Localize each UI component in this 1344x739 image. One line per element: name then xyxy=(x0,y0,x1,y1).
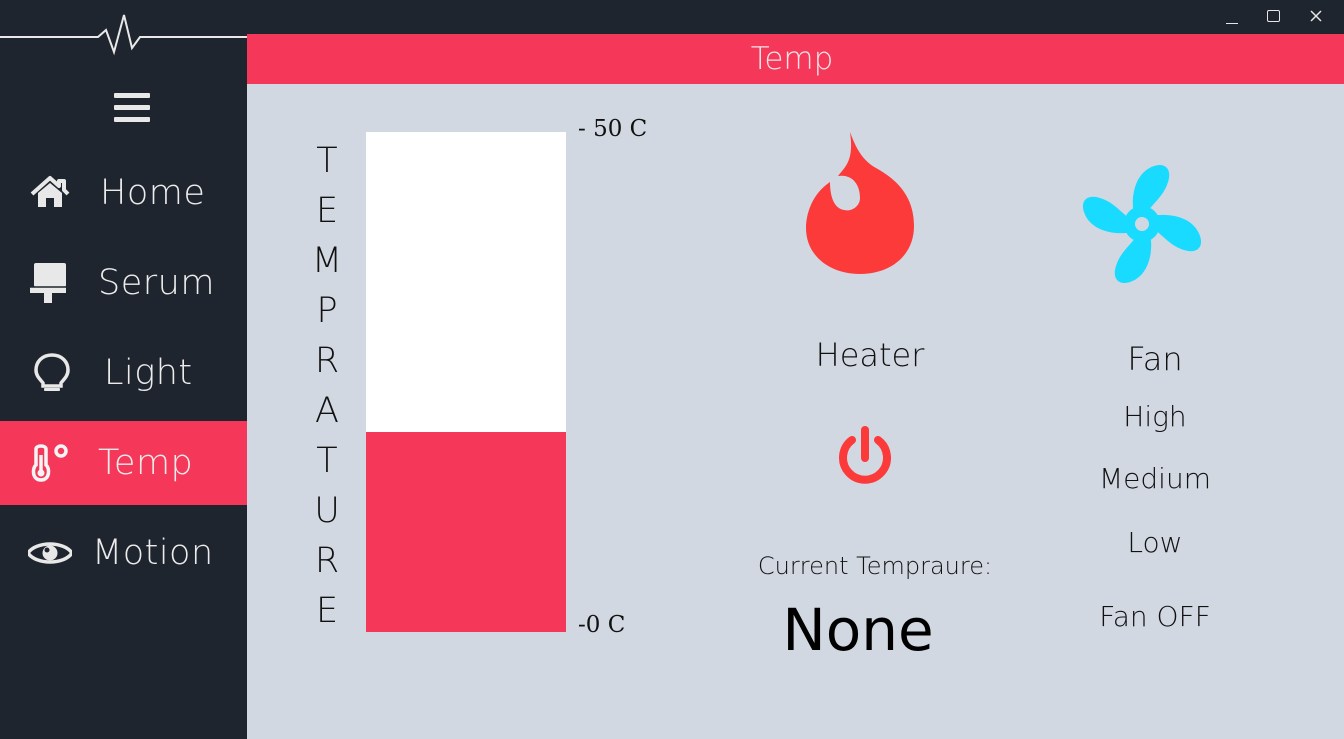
sidebar-item-label: Temp xyxy=(98,443,194,483)
label-letter: R xyxy=(314,341,340,381)
label-letter: E xyxy=(315,191,339,231)
gauge-min-label: -0 C xyxy=(578,612,626,638)
fan-label: Fan xyxy=(1127,340,1183,378)
current-temperature-value: None xyxy=(782,596,934,664)
gauge-max-label: - 50 C xyxy=(578,116,648,142)
window-controls xyxy=(1224,0,1344,34)
current-temperature-label: Current Tempraure: xyxy=(757,552,993,580)
label-letter: M xyxy=(311,241,343,281)
label-letter: T xyxy=(316,141,338,181)
fan-off-button[interactable]: Fan OFF xyxy=(1060,600,1250,633)
sidebar-item-serum[interactable]: Serum xyxy=(0,241,247,325)
label-letter: P xyxy=(316,291,338,331)
eye-icon xyxy=(28,542,72,564)
heater-power-button[interactable] xyxy=(834,424,896,490)
fan-high-button[interactable]: High xyxy=(1060,400,1250,433)
sidebar-item-label: Home xyxy=(100,173,206,213)
close-button[interactable] xyxy=(1308,8,1324,24)
close-icon xyxy=(1310,10,1322,22)
sidebar-item-temp[interactable]: Temp xyxy=(0,421,247,505)
temperature-gauge-fill xyxy=(366,432,566,632)
home-icon xyxy=(30,176,70,207)
sidebar-item-motion[interactable]: Motion xyxy=(0,511,247,595)
maximize-button[interactable] xyxy=(1266,8,1282,24)
sidebar-item-light[interactable]: Light xyxy=(0,331,247,415)
fan-low-button[interactable]: Low xyxy=(1060,526,1250,559)
lightbulb-icon xyxy=(34,353,70,391)
label-letter: A xyxy=(315,391,339,431)
label-letter: R xyxy=(314,541,340,581)
power-icon xyxy=(839,426,891,484)
label-letter: E xyxy=(315,591,339,631)
page-header: Temp xyxy=(247,34,1344,84)
sidebar-item-label: Motion xyxy=(92,533,214,573)
hamburger-menu-icon[interactable] xyxy=(114,93,150,123)
fan-icon xyxy=(1076,158,1208,290)
heater-label: Heater xyxy=(815,336,925,374)
sidebar-item-label: Light xyxy=(104,353,193,393)
sidebar: Home Serum Light Temp Motion xyxy=(0,0,247,739)
fan-medium-button[interactable]: Medium xyxy=(1060,462,1250,495)
sidebar-item-home[interactable]: Home xyxy=(0,151,247,235)
page-title: Temp xyxy=(750,41,834,77)
sidebar-item-label: Serum xyxy=(98,263,215,303)
label-letter: U xyxy=(314,491,340,531)
temperature-gauge xyxy=(366,132,566,632)
heartbeat-logo-icon xyxy=(0,14,247,56)
minimize-button[interactable] xyxy=(1224,8,1240,24)
serum-icon xyxy=(30,263,66,303)
flame-icon xyxy=(802,130,918,276)
thermometer-icon xyxy=(31,444,68,482)
temperature-vertical-label: T E M P R A T U R E xyxy=(307,136,347,636)
label-letter: T xyxy=(316,441,338,481)
